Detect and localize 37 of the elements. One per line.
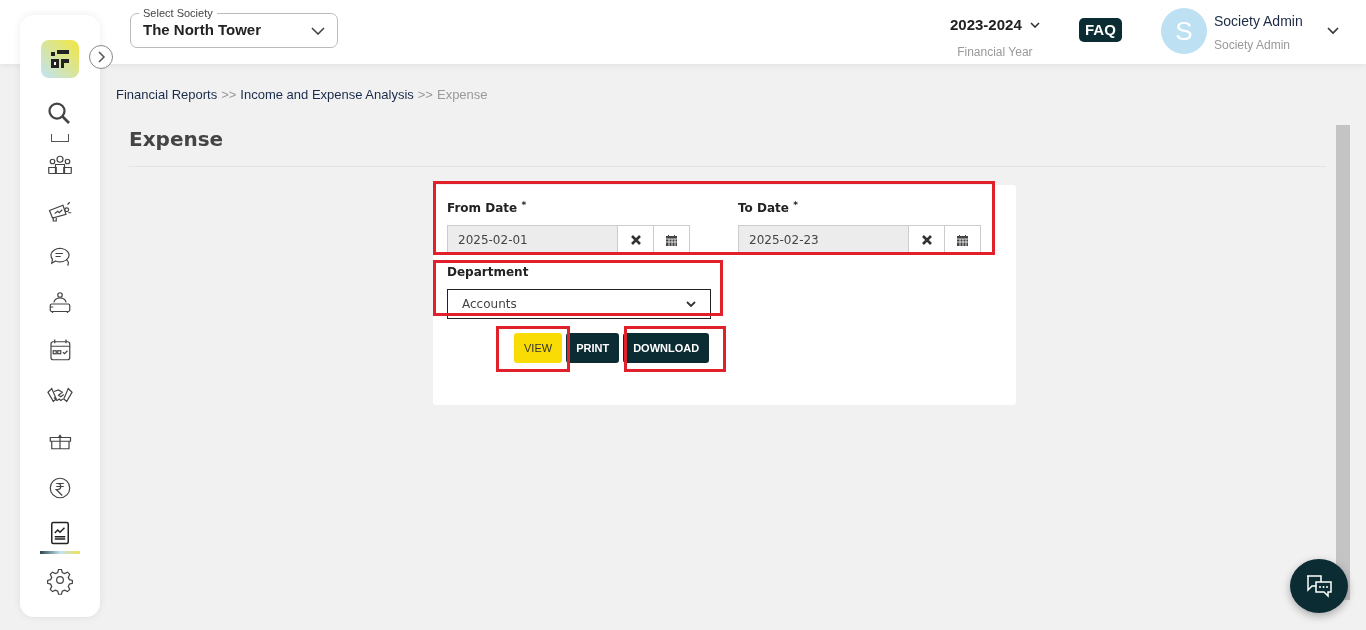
- calendar-icon: [665, 233, 678, 247]
- user-role: Society Admin: [1214, 37, 1292, 54]
- calendar-button[interactable]: [945, 225, 981, 255]
- chat-button[interactable]: [1290, 559, 1348, 613]
- calendar-button[interactable]: [654, 225, 690, 255]
- date-input-field[interactable]: 2025-02-01: [447, 225, 618, 255]
- faq-button[interactable]: FAQ: [1079, 18, 1122, 42]
- scrollbar-thumb[interactable]: [1336, 125, 1350, 600]
- financial-year-select[interactable]: 2023-2024: [950, 14, 1040, 37]
- date-input-field[interactable]: 2025-02-23: [738, 225, 909, 255]
- select-society-label: Select Society: [139, 6, 217, 20]
- clear-date-button[interactable]: [618, 225, 654, 255]
- chevron-down-icon: [686, 300, 696, 308]
- user-menu-chevron-icon[interactable]: [1327, 27, 1339, 35]
- close-icon: [629, 234, 642, 246]
- user-name: Society Admin: [1214, 12, 1303, 31]
- clear-date-button[interactable]: [909, 225, 945, 255]
- page-title: Expense: [129, 126, 224, 153]
- calendar-icon: [956, 233, 969, 247]
- chat-bubbles-icon: [1304, 572, 1334, 600]
- chevron-down-icon: [311, 26, 325, 35]
- date-label: To Date $^{*}$: [738, 199, 799, 217]
- action-button[interactable]: PRINT: [566, 333, 620, 363]
- date-label: From Date $^{*}$: [447, 199, 528, 217]
- breadcrumb-separator: >>: [417, 86, 433, 104]
- breadcrumb-current: Expense: [436, 86, 488, 104]
- close-icon: [920, 234, 933, 246]
- action-button[interactable]: DOWNLOAD: [623, 333, 710, 363]
- breadcrumb-link[interactable]: Income and Expense Analysis: [240, 85, 414, 105]
- breadcrumb-separator: >>: [221, 86, 237, 104]
- chevron-right-icon: [96, 51, 106, 63]
- breadcrumb-link[interactable]: Financial Reports: [116, 85, 218, 105]
- app-logo[interactable]: [41, 40, 79, 78]
- action-button[interactable]: VIEW: [514, 333, 563, 363]
- chevron-down-icon: [1029, 22, 1040, 29]
- department-label: Department: [447, 264, 530, 281]
- financial-year-label: Financial Year: [956, 43, 1034, 61]
